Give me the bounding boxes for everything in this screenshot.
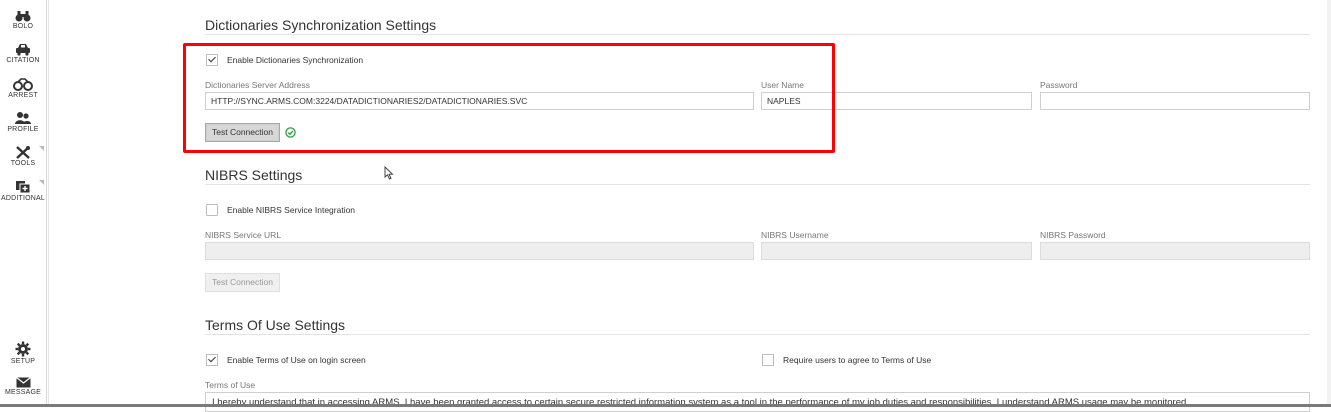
nibrs-username-label: NIBRS Username [761,230,829,240]
highlight-annotation [183,43,835,153]
terms-enable-checkbox[interactable] [206,354,218,366]
nibrs-url-label: NIBRS Service URL [205,230,282,240]
section-divider [205,34,1310,35]
add-copy-icon [16,181,31,194]
nibrs-enable-label: Enable NIBRS Service Integration [227,205,356,215]
terms-textarea[interactable]: I hereby understand that in accessing AR… [205,392,1310,412]
left-nav: BOLO CITATION ARREST PROFILE TOOLS ADDIT… [0,0,47,407]
nibrs-password-input[interactable] [1040,242,1310,260]
nav-label: CITATION [6,57,40,64]
terms-section-title: Terms Of Use Settings [205,317,346,333]
terms-require-label: Require users to agree to Terms of Use [783,355,932,365]
nav-citation[interactable]: CITATION [0,43,46,64]
nav-label: ADDITIONAL [0,195,45,202]
car-icon [16,44,30,56]
section-divider [205,184,1310,185]
nibrs-enable-checkbox[interactable] [206,204,218,216]
nibrs-password-label: NIBRS Password [1040,230,1106,240]
nibrs-url-input[interactable] [205,242,754,260]
terms-require-checkbox[interactable] [762,354,774,366]
nav-setup[interactable]: SETUP [0,341,46,365]
terms-enable-label: Enable Terms of Use on login screen [227,355,366,365]
section-divider [205,334,1310,335]
nav-tools[interactable]: TOOLS [0,146,46,167]
nibrs-username-input[interactable] [761,242,1032,260]
dict-password-input[interactable] [1040,92,1310,110]
submenu-indicator-icon [39,146,44,151]
nibrs-test-connection-button[interactable]: Test Connection [205,273,280,292]
nav-label: BOLO [12,23,34,30]
nav-label: ARREST [8,92,38,99]
gear-icon [15,341,31,357]
submenu-indicator-icon [39,180,44,185]
nav-arrest[interactable]: ARREST [0,78,46,99]
dict-password-label: Password [1040,80,1078,90]
dict-section-title: Dictionaries Synchronization Settings [205,17,437,33]
tools-icon [16,146,30,159]
people-icon [15,112,31,124]
nav-message[interactable]: MESSAGE [0,377,46,396]
envelope-icon [15,377,31,388]
mouse-cursor-icon [384,166,394,180]
nav-label: TOOLS [10,160,36,167]
nav-additional[interactable]: ADDITIONAL [0,180,46,202]
nibrs-section-title: NIBRS Settings [205,167,303,183]
terms-text-label: Terms of Use [205,380,256,390]
nav-label: PROFILE [7,126,39,133]
vertical-scrollbar[interactable] [1327,0,1331,407]
nav-label: MESSAGE [4,389,42,396]
nav-divider [48,0,49,407]
nav-label: SETUP [10,358,36,365]
nav-profile[interactable]: PROFILE [0,111,46,133]
handcuffs-icon [13,78,33,91]
nav-bolo[interactable]: BOLO [0,10,46,30]
binoculars-icon [15,11,31,22]
